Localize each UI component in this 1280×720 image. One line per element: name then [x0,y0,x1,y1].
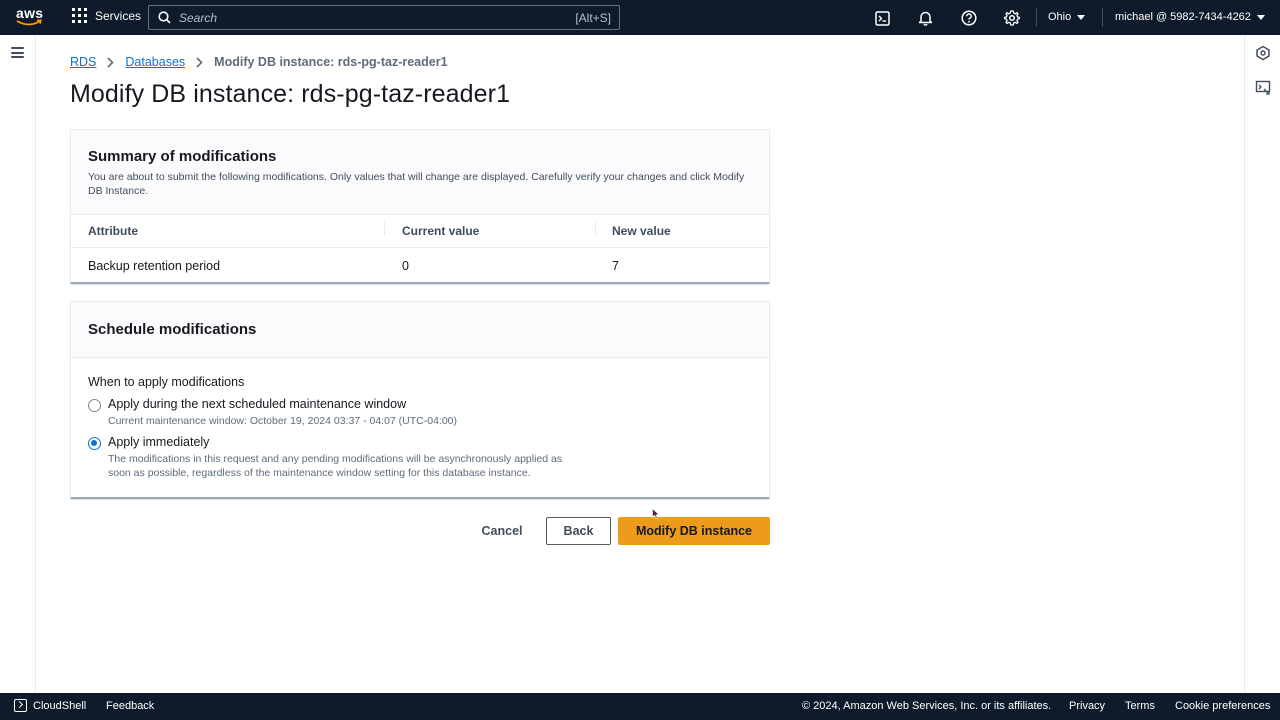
column-header-attribute: Attribute [88,224,138,238]
radio-maintenance-window[interactable] [88,399,101,412]
breadcrumb: RDS Databases Modify DB instance: rds-pg… [70,55,448,69]
privacy-link[interactable]: Privacy [1069,700,1105,712]
footer: CloudShell Feedback © 2024, Amazon Web S… [0,693,1280,720]
nav-divider [1036,8,1037,27]
feedback-panel-icon[interactable] [1255,80,1271,96]
summary-header: Summary of modifications You are about t… [71,130,769,215]
table-row: Backup retention period 0 7 [71,248,769,283]
table-header: Attribute Current value New value [71,215,769,248]
summary-of-modifications-panel: Summary of modifications You are about t… [70,129,770,284]
account-label: michael @ 5982-7434-4262 [1115,11,1251,23]
terms-link[interactable]: Terms [1125,700,1155,712]
cancel-button[interactable]: Cancel [474,517,530,545]
option-label: Apply immediately [108,435,210,449]
column-header-new-value: New value [595,222,769,238]
chevron-right-icon [196,56,203,68]
option-label: Apply during the next scheduled maintena… [108,397,407,411]
search-icon [158,11,171,24]
copyright-text: © 2024, Amazon Web Services, Inc. or its… [802,700,1052,712]
apply-maintenance-window-option[interactable]: Apply during the next scheduled maintena… [88,397,752,428]
page-title: Modify DB instance: rds-pg-taz-reader1 [70,80,511,108]
schedule-title: Schedule modifications [88,321,257,338]
cloudshell-button[interactable]: CloudShell [14,699,86,712]
caret-down-icon [1256,14,1265,20]
services-menu-button[interactable]: Services [72,8,141,23]
cell-current-value: 0 [402,258,409,273]
column-header-current-value: Current value [384,222,595,238]
when-to-apply-label: When to apply modifications [88,375,245,389]
search-input[interactable] [179,10,576,25]
menu-icon[interactable] [11,47,24,58]
breadcrumb-rds-link[interactable]: RDS [70,55,96,69]
option-description: The modifications in this request and an… [108,453,563,479]
search-shortcut-hint: [Alt+S] [575,10,611,25]
apply-immediately-option[interactable]: Apply immediately The modifications in t… [88,435,752,480]
feedback-link[interactable]: Feedback [106,700,154,712]
gear-icon[interactable] [1003,9,1021,27]
option-description: Current maintenance window: October 19, … [108,415,458,427]
info-panel-icon[interactable] [1255,45,1271,61]
grid-icon [72,8,87,23]
services-label: Services [95,8,142,23]
cell-new-value: 7 [612,258,619,273]
mouse-cursor-icon [652,508,660,519]
region-selector[interactable]: Ohio [1048,11,1086,23]
schedule-header: Schedule modifications [71,302,769,358]
back-button[interactable]: Back [546,517,611,545]
summary-title: Summary of modifications [88,148,277,165]
cell-attribute: Backup retention period [88,258,221,273]
cloudshell-icon[interactable] [873,9,891,27]
breadcrumb-databases-link[interactable]: Databases [125,55,185,69]
schedule-modifications-panel: Schedule modifications When to apply mod… [70,301,770,499]
nav-divider [1102,8,1103,27]
search-bar[interactable]: [Alt+S] [148,5,620,30]
region-label: Ohio [1048,11,1072,23]
summary-description: You are about to submit the following mo… [88,171,745,197]
help-icon[interactable] [960,9,978,27]
schedule-body: When to apply modifications Apply during… [71,358,769,480]
caret-down-icon [1077,14,1086,20]
bell-icon[interactable] [916,9,934,27]
cloudshell-label: CloudShell [33,699,87,712]
chevron-right-icon [107,56,115,68]
radio-apply-immediately[interactable] [88,437,101,450]
modify-db-instance-button[interactable]: Modify DB instance [618,517,770,545]
right-tools-rail [1244,35,1280,693]
left-navigation-rail [0,35,36,693]
breadcrumb-current: Modify DB instance: rds-pg-taz-reader1 [214,55,448,69]
aws-logo-text: aws [16,5,44,21]
account-menu[interactable]: michael @ 5982-7434-4262 [1115,11,1265,23]
top-navigation: aws Services [Alt+S] [0,0,1280,35]
cloudshell-icon [14,699,27,712]
cookie-preferences-link[interactable]: Cookie preferences [1175,700,1270,712]
aws-logo[interactable]: aws [16,6,44,28]
